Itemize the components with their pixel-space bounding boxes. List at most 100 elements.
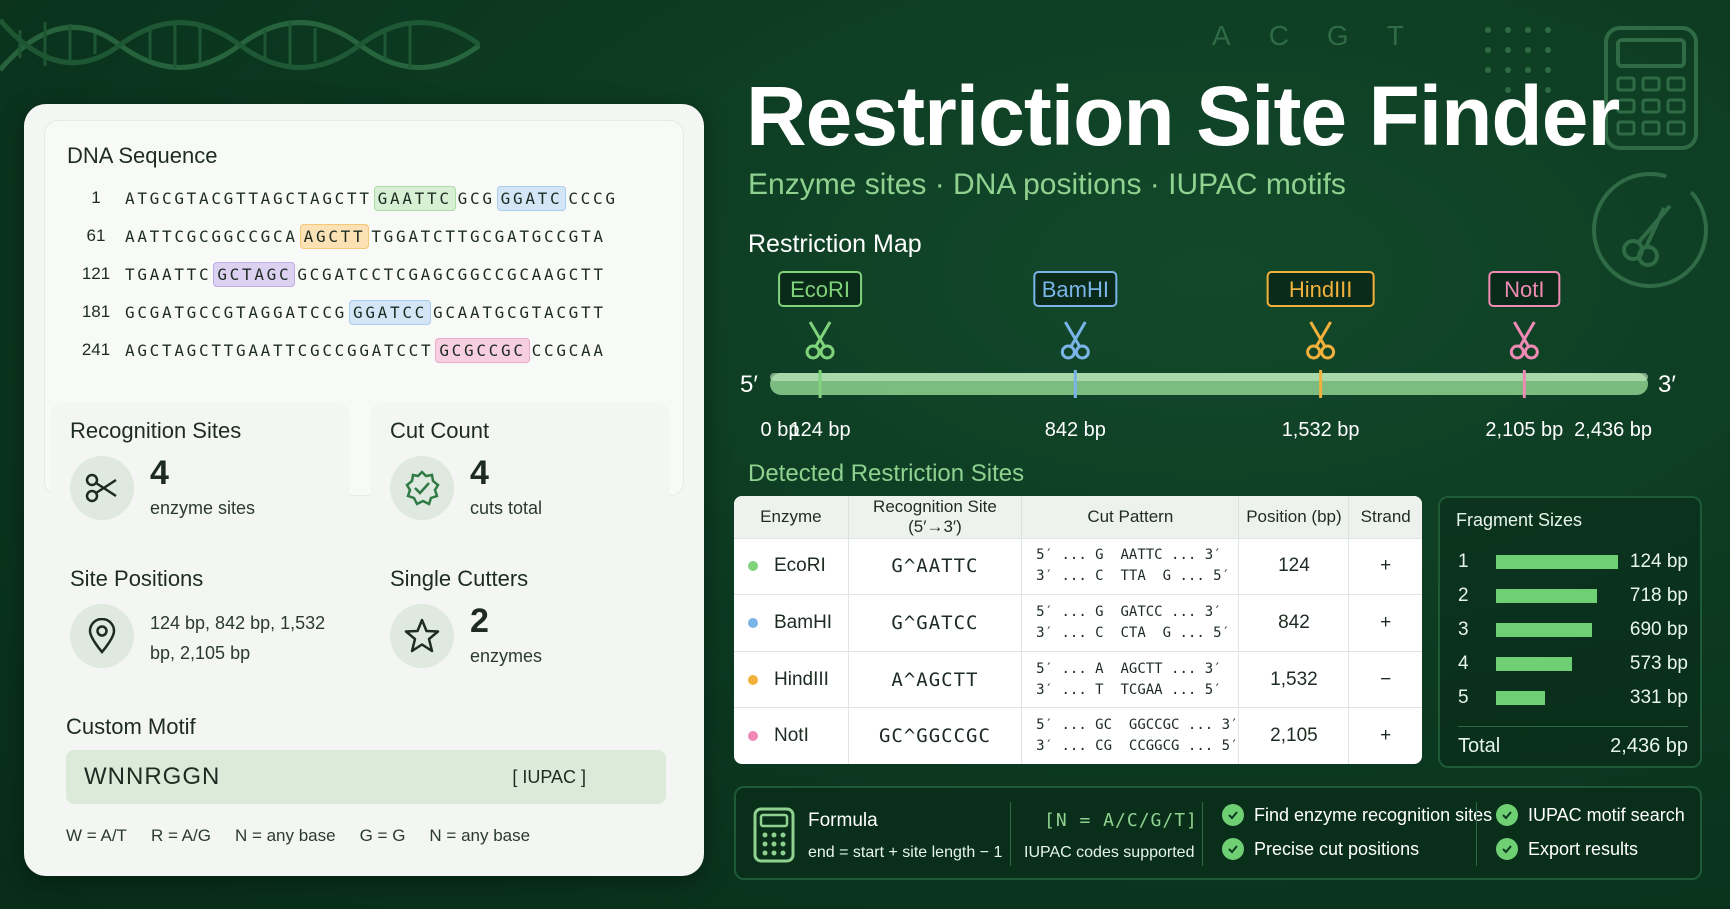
fragment-row: 1 124 bp xyxy=(1458,550,1688,574)
enzyme-color-dot xyxy=(748,674,758,685)
fragment-sizes-panel: Fragment Sizes 1 124 bp 2 718 bp 3 690 bp 4 573… xyxy=(1438,496,1702,768)
fragment-bar-track xyxy=(1496,623,1618,637)
cut-pattern-cell: 5′ ... G GATCC ... 3′ 3′ ... C CTA G ... … xyxy=(1021,594,1240,652)
position-cell: 1,532 xyxy=(1238,650,1350,708)
enzyme-color-dot xyxy=(748,561,758,572)
dna-helix-decoration xyxy=(0,18,480,72)
legend-item: N = any base xyxy=(234,826,336,845)
table-row[interactable]: HindIII A^AGCTT 5′ ... A AGCTT ... 3′ 3′ ..… xyxy=(734,650,1422,708)
site-positions-card: Site Positions 124 bp, 842 bp, 1,532 bp,… xyxy=(50,550,350,684)
legend-item: W = A/T xyxy=(66,826,127,845)
table-header-row: Enzyme Recognition Site (5′→3′) Cut Patt… xyxy=(734,496,1422,538)
iupac-code: [N = A/C/G/T] xyxy=(1044,810,1198,831)
fragment-row: 4 573 bp xyxy=(1458,652,1688,676)
fragment-bar xyxy=(1496,589,1598,603)
legend-item: G = G xyxy=(359,826,406,845)
cut-count-card: Cut Count 4 cuts total xyxy=(370,402,670,536)
fragment-total-label: Total xyxy=(1458,735,1501,757)
enzyme-label: EcoRI xyxy=(790,277,850,302)
scissors-icon xyxy=(1074,344,1090,360)
iupac-legend: W = A/T R = A/G N = any base G = G N = a… xyxy=(66,826,530,846)
recognition-site-cell: G^GATCC xyxy=(848,594,1023,652)
recognition-site-cell: GC^GGCCGC xyxy=(848,707,1023,764)
single-cutters-card: Single Cutters 2 enzymes xyxy=(370,550,670,684)
bamhi-site-highlight: GGATC xyxy=(496,185,567,211)
check-icon xyxy=(1222,838,1244,860)
sequence-row: 121 TGAATTC GCTAGC GCGATCCTCGAGCGGCCGCAAGC… xyxy=(67,259,606,289)
scissors-icon xyxy=(1306,344,1322,360)
tick-label: 1,532 bp xyxy=(1282,419,1360,441)
scissors-icon xyxy=(1320,344,1336,360)
scissors-icon xyxy=(70,456,134,520)
position-cell: 124 xyxy=(1238,537,1350,595)
left-panel: DNA Sequence 1 ATGCGTACGTTAGCTAGCTT GAATT… xyxy=(24,104,704,876)
page-title: Restriction Site Finder xyxy=(746,69,1620,163)
cut-count-title: Cut Count xyxy=(390,418,490,443)
strand-cell: + xyxy=(1348,537,1422,595)
sequence-line-number: 121 xyxy=(81,264,111,283)
fragment-size: 124 bp xyxy=(1629,551,1688,572)
check-icon xyxy=(1496,838,1518,860)
feature-item: IUPAC motif search xyxy=(1496,804,1685,826)
recognition-sites-card: Recognition Sites 4 enzyme sites xyxy=(50,402,350,536)
sequence-text: GCGATGCCGTAGGATCCG GGATCC GCAATGCGTACGTT xyxy=(125,299,606,325)
site-positions-text: 124 bp, 842 bp, 1,532 bp, 2,105 bp xyxy=(150,613,326,663)
site-positions-title: Site Positions xyxy=(70,566,204,591)
enzyme-cell: HindIII xyxy=(734,650,849,708)
table-row[interactable]: EcoRI G^AATTC 5′ ... G AATTC ... 3′ 3′ ... … xyxy=(734,537,1422,595)
table-row[interactable]: BamHI G^GATCC 5′ ... G GATCC ... 3′ 3′ ... … xyxy=(734,594,1422,652)
recognition-sites-title: Recognition Sites xyxy=(70,418,242,443)
enzyme-color-dot xyxy=(748,731,758,742)
fragment-size: 690 bp xyxy=(1629,619,1688,640)
legend-item: R = A/G xyxy=(150,826,211,845)
acgt-decoration: AC GT xyxy=(1212,20,1406,51)
custom-motif-input[interactable]: WNNRGGN [ IUPAC ] xyxy=(66,750,666,804)
sequence-line-number: 1 xyxy=(91,188,101,207)
table-row[interactable]: NotI GC^GGCCGC 5′ ... GC GGCCGC ... 3′ 3′ .… xyxy=(734,707,1422,764)
divider xyxy=(1476,802,1477,866)
formula-label: Formula xyxy=(808,810,878,831)
column-header: Cut Pattern xyxy=(1021,496,1240,538)
fragment-bar-track xyxy=(1496,555,1618,569)
scissors-icon xyxy=(819,344,835,360)
fragment-size: 573 bp xyxy=(1629,653,1688,674)
sequence-row: 1 ATGCGTACGTTAGCTAGCTT GAATTC GCG GGATC CCCG xyxy=(67,183,618,213)
feature-item: Precise cut positions xyxy=(1222,838,1419,860)
custom-motif-value: WNNRGGN xyxy=(84,763,221,790)
single-cutters-title: Single Cutters xyxy=(390,566,529,591)
fragment-index: 1 xyxy=(1458,551,1469,572)
recognition-site-cell: G^AATTC xyxy=(848,537,1023,595)
restriction-map-title: Restriction Map xyxy=(748,230,922,258)
sequence-text: ATGCGTACGTTAGCTAGCTT GAATTC GCG GGATC CCCG xyxy=(125,185,618,211)
sequence-row: 61 AATTCGCGGCCGCA AGCTT TGGATCTTGCGATGCCGT… xyxy=(67,221,606,251)
tick-label: 842 bp xyxy=(1045,419,1106,441)
sequence-line-number: 241 xyxy=(81,340,111,359)
formula-expression: end = start + site length − 1 xyxy=(808,844,1003,861)
scissors-icon xyxy=(1523,344,1539,360)
enzyme-label: BamHI xyxy=(1042,277,1109,302)
custom-motif-title: Custom Motif xyxy=(66,714,196,739)
cut-count-sub: cuts total xyxy=(470,498,543,518)
legend-item: N = any base xyxy=(429,826,531,845)
strand-cell: + xyxy=(1348,594,1422,652)
feature-item: Export results xyxy=(1496,838,1638,860)
detected-sites-title: Detected Restriction Sites xyxy=(748,460,1025,487)
single-cutters-value: 2 xyxy=(470,602,489,640)
recognition-site-cell: A^AGCTT xyxy=(848,650,1023,708)
fragment-bar-track xyxy=(1496,589,1618,603)
three-prime-label: 3′ xyxy=(1658,371,1676,398)
tick-label: 2,436 bp xyxy=(1574,419,1652,441)
enzyme-cell: NotI xyxy=(734,707,849,764)
cut-pattern-cell: 5′ ... GC GGCCGC ... 3′ 3′ ... CG CCGGCG … xyxy=(1021,707,1240,764)
fragment-total-row: Total 2,436 bp xyxy=(1458,726,1688,758)
scissors-icon xyxy=(805,344,821,360)
fragment-size: 331 bp xyxy=(1629,687,1688,708)
bamhi-site-highlight: GGATCC xyxy=(349,299,431,325)
cut-pattern-cell: 5′ ... G AATTC ... 3′ 3′ ... C TTA G ... … xyxy=(1021,537,1240,595)
fragment-total-value: 2,436 bp xyxy=(1610,735,1688,757)
fragment-index: 4 xyxy=(1458,653,1469,674)
fragment-bar-track xyxy=(1496,691,1618,705)
sequence-row: 241 AGCTAGCTTGAATTCGCCGGATCCT GCGCCGC CCGC… xyxy=(67,335,606,365)
badge-check-icon xyxy=(390,456,454,520)
check-icon xyxy=(1222,804,1244,826)
